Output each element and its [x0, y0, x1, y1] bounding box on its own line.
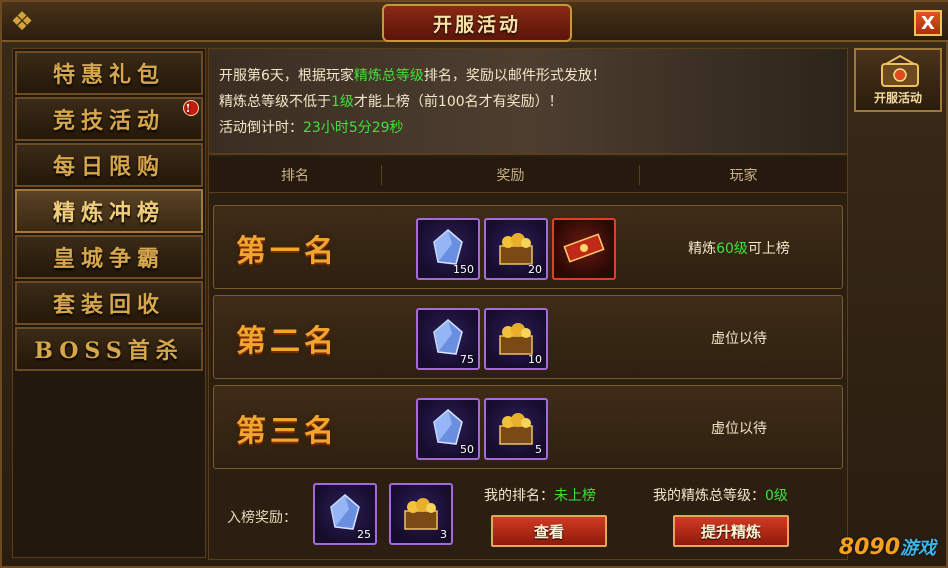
my-rank-value: 未上榜 [554, 488, 596, 504]
player-text: 可上榜 [747, 241, 790, 257]
menu-item-label: 皇城争霸 [52, 246, 165, 272]
player-cell: 虚位以待 [634, 328, 844, 348]
menu-item-label: 竞技活动 [52, 108, 165, 134]
reward-item[interactable]: 10 [484, 308, 548, 370]
header-player: 玩家 [639, 164, 847, 185]
reward-items: 75 10 [416, 308, 548, 370]
upgrade-refine-button[interactable]: 提升精炼 [673, 515, 789, 547]
rank-title: 第二名 [236, 324, 338, 359]
reward-count: 50 [460, 443, 474, 456]
reward-items: 50 5 [416, 398, 548, 460]
table-row: 第一名 150 20 精炼60级可上榜 [213, 205, 843, 289]
watermark-number: 8090 [838, 535, 900, 560]
reward-count: 75 [460, 353, 474, 366]
reward-item[interactable]: 5 [484, 398, 548, 460]
rule-text: 开服第6天，根据玩家 [219, 68, 354, 84]
menu-item-0[interactable]: 特惠礼包 [15, 51, 203, 95]
rule-text: 精炼总等级不低于 [219, 94, 331, 110]
entry-rewards: 25 3 [313, 483, 453, 545]
table-row: 第二名 75 10 虚位以待 [213, 295, 843, 379]
alert-badge: ! [183, 100, 199, 116]
menu-item-3[interactable]: 精炼冲榜 [15, 189, 203, 233]
reward-count: 20 [528, 263, 542, 276]
my-level-label: 我的精炼总等级： [653, 488, 765, 504]
rule-line-2: 精炼总等级不低于1级才能上榜（前100名才有奖励）！ [219, 89, 837, 115]
reward-count: 3 [440, 528, 447, 541]
menu-item-label: 特惠礼包 [52, 62, 165, 88]
activity-menu: 特惠礼包竞技活动! 每日限购精炼冲榜皇城争霸套装回收 BOSS首杀 [12, 48, 206, 558]
reward-items: 150 20 [416, 218, 616, 280]
window-title: 开服活动 [382, 4, 572, 42]
title-badge-icon [563, 233, 605, 263]
countdown-value: 23小时5分29秒 [303, 120, 404, 136]
event-description: 开服第6天，根据玩家精炼总等级排名，奖励以邮件形式发放！ 精炼总等级不低于1级才… [209, 49, 847, 155]
countdown-line: 活动倒计时：23小时5分29秒 [219, 115, 837, 141]
menu-item-label: 每日限购 [52, 154, 165, 180]
table-header: 排名 奖励 玩家 [209, 157, 847, 193]
menu-item-label: 精炼冲榜 [52, 200, 165, 226]
my-rank-label: 我的排名： [484, 488, 554, 504]
event-window: ❖ 开服活动 X 特惠礼包竞技活动! 每日限购精炼冲榜皇城争霸套装回收 BOSS首杀… [0, 0, 948, 568]
entry-reward-item[interactable]: 25 [313, 483, 377, 545]
player-cell: 精炼60级可上榜 [634, 238, 844, 258]
close-button[interactable]: X [914, 10, 942, 36]
rank-title: 第一名 [236, 234, 338, 269]
reward-item[interactable]: 75 [416, 308, 480, 370]
my-rank: 我的排名：未上榜 [484, 485, 596, 505]
table-row: 第三名 50 5 虚位以待 [213, 385, 843, 469]
player-text: 虚位以待 [711, 421, 767, 437]
site-watermark: 8090游戏 [839, 534, 936, 560]
rule-line-1: 开服第6天，根据玩家精炼总等级排名，奖励以邮件形式发放！ [219, 63, 837, 89]
main-panel: 开服第6天，根据玩家精炼总等级排名，奖励以邮件形式发放！ 精炼总等级不低于1级才… [208, 48, 848, 560]
player-text: 虚位以待 [711, 331, 767, 347]
gold-chest-icon [499, 413, 533, 445]
rank-title: 第三名 [236, 414, 338, 449]
reward-count: 25 [357, 528, 371, 541]
menu-item-4[interactable]: 皇城争霸 [15, 235, 203, 279]
footer: 入榜奖励： 25 3 我的排名：未上榜 我的精炼总等级：0级 查看 提升精炼 [209, 479, 847, 559]
menu-item-2[interactable]: 每日限购 [15, 143, 203, 187]
countdown-label: 活动倒计时： [219, 120, 303, 136]
dragon-ornament-icon: ❖ [10, 7, 34, 37]
reward-item[interactable]: 20 [484, 218, 548, 280]
reward-item[interactable]: 50 [416, 398, 480, 460]
reward-item[interactable]: 150 [416, 218, 480, 280]
reward-count: 5 [535, 443, 542, 456]
header-reward: 奖励 [381, 164, 639, 185]
entry-reward-item[interactable]: 3 [389, 483, 453, 545]
side-tab-label: 开服活动 [873, 91, 922, 105]
player-text: 60级 [716, 241, 748, 257]
rule-highlight: 精炼总等级 [353, 68, 424, 84]
reward-count: 10 [528, 353, 542, 366]
rule-text: 才能上榜（前100名才有奖励）！ [353, 94, 563, 110]
player-text: 精炼 [688, 241, 717, 257]
my-refine-level: 我的精炼总等级：0级 [653, 485, 788, 505]
entry-reward-label: 入榜奖励： [227, 510, 297, 526]
gold-chest-icon [404, 498, 438, 530]
my-level-value: 0级 [765, 488, 788, 504]
menu-item-5[interactable]: 套装回收 [15, 281, 203, 325]
header-rank: 排名 [281, 167, 309, 184]
menu-item-6[interactable]: BOSS首杀 [15, 327, 203, 371]
title-bar: ❖ 开服活动 X [2, 2, 948, 42]
reward-item[interactable] [552, 218, 616, 280]
event-icon [881, 54, 919, 87]
menu-item-label: BOSS首杀 [34, 338, 184, 364]
menu-item-1[interactable]: 竞技活动! [15, 97, 203, 141]
player-cell: 虚位以待 [634, 418, 844, 438]
rule-text: 排名，奖励以邮件形式发放！ [423, 68, 606, 84]
reward-count: 150 [453, 263, 474, 276]
rule-highlight: 1级 [331, 94, 354, 110]
tab-open-server-event[interactable]: 开服活动 [854, 48, 942, 112]
view-button[interactable]: 查看 [491, 515, 607, 547]
watermark-text: 游戏 [900, 538, 936, 559]
menu-item-label: 套装回收 [52, 292, 165, 318]
